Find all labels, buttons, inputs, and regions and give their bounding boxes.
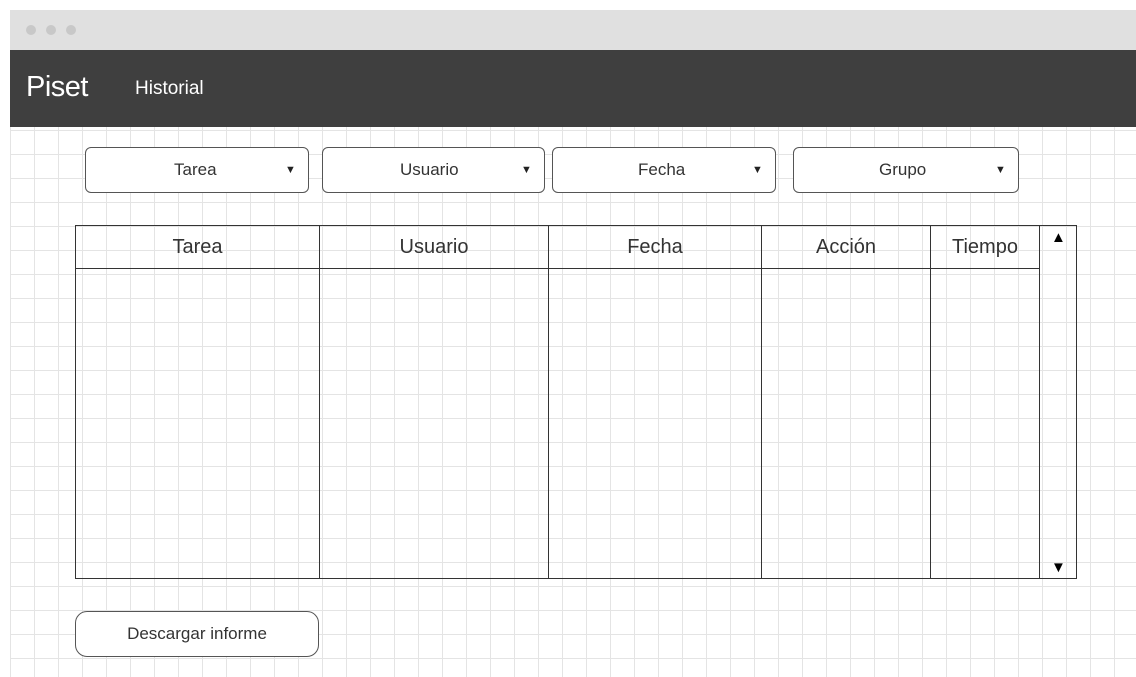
column-header-tiempo[interactable]: Tiempo — [931, 236, 1039, 259]
column-divider — [319, 226, 320, 578]
column-header-usuario[interactable]: Usuario — [320, 236, 548, 259]
filter-grupo-dropdown[interactable]: Grupo ▼ — [793, 147, 1019, 193]
dropdown-arrow-icon: ▼ — [752, 164, 763, 176]
filter-fecha-dropdown[interactable]: Fecha ▼ — [552, 147, 776, 193]
filter-tarea-dropdown[interactable]: Tarea ▼ — [85, 147, 309, 193]
column-header-tarea[interactable]: Tarea — [76, 236, 319, 259]
scrollbar-divider — [1039, 226, 1040, 578]
dropdown-arrow-icon: ▼ — [285, 164, 296, 176]
column-header-accion[interactable]: Acción — [762, 236, 930, 259]
table-header-divider — [76, 268, 1039, 269]
app-brand: Piset — [26, 71, 88, 103]
history-table: Tarea Usuario Fecha Acción Tiempo ▲ ▼ — [75, 225, 1077, 579]
column-divider — [548, 226, 549, 578]
download-report-button[interactable]: Descargar informe — [75, 611, 319, 657]
filter-usuario-label: Usuario — [400, 160, 459, 179]
scroll-down-arrow-icon[interactable]: ▼ — [1051, 559, 1066, 576]
nav-link-historial[interactable]: Historial — [135, 78, 204, 100]
filter-fecha-label: Fecha — [638, 160, 686, 179]
scroll-up-arrow-icon[interactable]: ▲ — [1051, 229, 1066, 246]
dropdown-arrow-icon: ▼ — [521, 164, 532, 176]
column-header-fecha[interactable]: Fecha — [549, 236, 761, 259]
column-divider — [930, 226, 931, 578]
window-dot-close[interactable] — [26, 25, 36, 35]
column-divider — [761, 226, 762, 578]
browser-window: Piset Historial Tarea ▼ Usuario ▼ Fecha … — [10, 10, 1136, 677]
dropdown-arrow-icon: ▼ — [995, 164, 1006, 176]
top-navbar: Piset Historial — [10, 50, 1136, 127]
filter-grupo-label: Grupo — [879, 160, 927, 179]
window-dot-maximize[interactable] — [66, 25, 76, 35]
filter-tarea-label: Tarea — [174, 160, 217, 179]
window-titlebar — [10, 10, 1136, 50]
filter-usuario-dropdown[interactable]: Usuario ▼ — [322, 147, 545, 193]
window-dot-minimize[interactable] — [46, 25, 56, 35]
